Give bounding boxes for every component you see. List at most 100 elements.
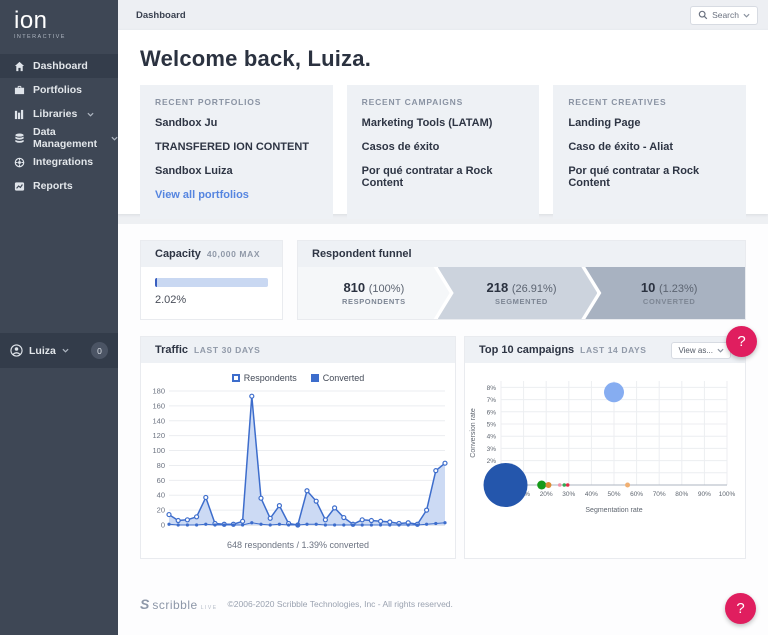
- svg-text:120: 120: [152, 431, 165, 440]
- user-menu[interactable]: Luiza 0: [0, 333, 118, 368]
- stage-label: SEGMENTED: [495, 297, 548, 306]
- database-icon: [14, 133, 25, 144]
- svg-text:6%: 6%: [487, 409, 497, 416]
- sidebar-item-label: Portfolios: [33, 84, 82, 96]
- funnel-header: Respondent funnel: [298, 241, 745, 267]
- notification-badge[interactable]: 0: [91, 342, 108, 359]
- sidebar-item-label: Libraries: [33, 108, 77, 120]
- respondent-funnel-card: Respondent funnel 810 (100%) RESPONDENTS…: [297, 240, 746, 320]
- logo-text: ion: [14, 7, 48, 34]
- sidebar-item-dashboard[interactable]: Dashboard: [0, 54, 118, 78]
- view-as-label: View as...: [678, 346, 713, 355]
- sidebar-item-portfolios[interactable]: Portfolios: [0, 78, 118, 102]
- portfolio-link[interactable]: TRANSFERED ION CONTENT: [155, 135, 318, 159]
- sidebar-item-data-management[interactable]: Data Management: [0, 126, 118, 150]
- capacity-progress-fill: [155, 278, 157, 287]
- svg-text:80%: 80%: [675, 491, 688, 498]
- sidebar-item-libraries[interactable]: Libraries: [0, 102, 118, 126]
- sidebar: ion INTERACTIVE Dashboard Portfolios Lib…: [0, 0, 118, 635]
- svg-text:4%: 4%: [487, 434, 497, 441]
- sidebar-item-integrations[interactable]: Integrations: [0, 150, 118, 174]
- campaigns-subtitle: LAST 14 DAYS: [580, 345, 646, 355]
- creative-link[interactable]: Por qué contratar a Rock Content: [568, 159, 731, 195]
- funnel-stage-converted: 10 (1.23%) CONVERTED: [585, 267, 745, 319]
- capacity-progress-bar: [155, 278, 268, 287]
- legend-label: Respondents: [244, 373, 297, 383]
- svg-text:3%: 3%: [487, 446, 497, 453]
- help-button[interactable]: ?: [725, 593, 756, 624]
- charts-row: Traffic LAST 30 DAYS Respondents Convert…: [140, 336, 746, 559]
- svg-text:20: 20: [157, 506, 165, 515]
- svg-text:140: 140: [152, 416, 165, 425]
- svg-text:160: 160: [152, 401, 165, 410]
- sidebar-item-label: Dashboard: [33, 60, 88, 72]
- user-name: Luiza: [29, 345, 56, 357]
- top-bar: Dashboard Search: [118, 0, 768, 30]
- campaigns-header: Top 10 campaigns LAST 14 DAYS View as...: [465, 337, 745, 363]
- traffic-title: Traffic: [155, 344, 188, 356]
- funnel-stage-segmented: 218 (26.91%) SEGMENTED: [438, 267, 598, 319]
- chevron-down-icon: [717, 348, 724, 353]
- creative-link[interactable]: Caso de éxito - Aliat: [568, 135, 731, 159]
- view-as-dropdown[interactable]: View as...: [671, 342, 731, 359]
- sidebar-item-reports[interactable]: Reports: [0, 174, 118, 198]
- svg-text:100%: 100%: [719, 491, 736, 498]
- sidebar-item-label: Reports: [33, 180, 73, 192]
- top-campaigns-card: Top 10 campaigns LAST 14 DAYS View as...…: [464, 336, 746, 559]
- view-all-portfolios-link[interactable]: View all portfolios: [155, 183, 318, 207]
- sidebar-nav: Dashboard Portfolios Libraries Data Mana…: [0, 54, 118, 198]
- copyright-text: ©2006-2020 Scribble Technologies, Inc - …: [228, 599, 453, 609]
- search-button[interactable]: Search: [690, 6, 758, 25]
- stage-label: CONVERTED: [643, 297, 696, 306]
- stage-value: 810: [343, 280, 365, 295]
- page-title: Welcome back, Luiza.: [140, 46, 371, 72]
- campaign-link[interactable]: Casos de éxito: [362, 135, 525, 159]
- chevron-down-icon: [87, 112, 94, 117]
- portfolio-link[interactable]: Sandbox Luiza: [155, 159, 318, 183]
- capacity-card: Capacity 40,000 MAX 2.02%: [140, 240, 283, 320]
- help-button[interactable]: ?: [726, 326, 757, 357]
- stats-panel: Capacity 40,000 MAX 2.02% Respondent fun…: [118, 224, 768, 635]
- app-logo[interactable]: ion INTERACTIVE: [0, 0, 118, 46]
- svg-text:Segmentation rate: Segmentation rate: [585, 507, 642, 514]
- welcome-panel: Welcome back, Luiza. RECENT PORTFOLIOS S…: [118, 30, 768, 214]
- chevron-down-icon: [743, 13, 750, 18]
- logo-subtext: INTERACTIVE: [14, 34, 118, 40]
- traffic-legend: Respondents Converted: [141, 373, 455, 383]
- campaign-link[interactable]: Marketing Tools (LATAM): [362, 111, 525, 135]
- svg-text:20%: 20%: [540, 491, 553, 498]
- scribble-sub: LIVE: [201, 605, 218, 611]
- traffic-chart-card: Traffic LAST 30 DAYS Respondents Convert…: [140, 336, 456, 559]
- portfolio-link[interactable]: Sandbox Ju: [155, 111, 318, 135]
- stage-pct: (1.23%): [659, 283, 698, 295]
- traffic-line-chart[interactable]: 020406080100120140160180: [141, 383, 455, 533]
- user-icon: [10, 344, 23, 357]
- traffic-caption: 648 respondents / 1.39% converted: [141, 538, 455, 558]
- footer: S scribble LIVE ©2006-2020 Scribble Tech…: [140, 596, 453, 612]
- funnel-stage-respondents: 810 (100%) RESPONDENTS: [298, 267, 450, 319]
- chevron-down-icon: [111, 136, 118, 141]
- creative-link[interactable]: Landing Page: [568, 111, 731, 135]
- campaigns-bubble-chart[interactable]: 10%20%30%40%50%60%70%80%90%100%2%3%4%5%6…: [465, 363, 745, 551]
- svg-text:40%: 40%: [585, 491, 598, 498]
- legend-label: Converted: [323, 373, 365, 383]
- svg-text:70%: 70%: [653, 491, 666, 498]
- stage-label: RESPONDENTS: [342, 297, 406, 306]
- search-icon: [698, 10, 708, 20]
- portfolio-icon: [14, 85, 25, 96]
- funnel-title: Respondent funnel: [312, 248, 412, 260]
- svg-text:60%: 60%: [630, 491, 643, 498]
- stage-pct: (26.91%): [512, 283, 557, 295]
- home-icon: [14, 61, 25, 72]
- svg-text:Conversion rate: Conversion rate: [470, 408, 477, 458]
- campaigns-title: Top 10 campaigns: [479, 344, 574, 356]
- respondents-swatch-icon: [232, 374, 240, 382]
- traffic-header: Traffic LAST 30 DAYS: [141, 337, 455, 363]
- svg-text:2%: 2%: [487, 458, 497, 465]
- campaign-link[interactable]: Por qué contratar a Rock Content: [362, 159, 525, 195]
- svg-text:30%: 30%: [562, 491, 575, 498]
- sidebar-item-label: Data Management: [33, 126, 101, 150]
- reports-icon: [14, 181, 25, 192]
- capacity-header: Capacity 40,000 MAX: [141, 241, 282, 267]
- library-icon: [14, 109, 25, 120]
